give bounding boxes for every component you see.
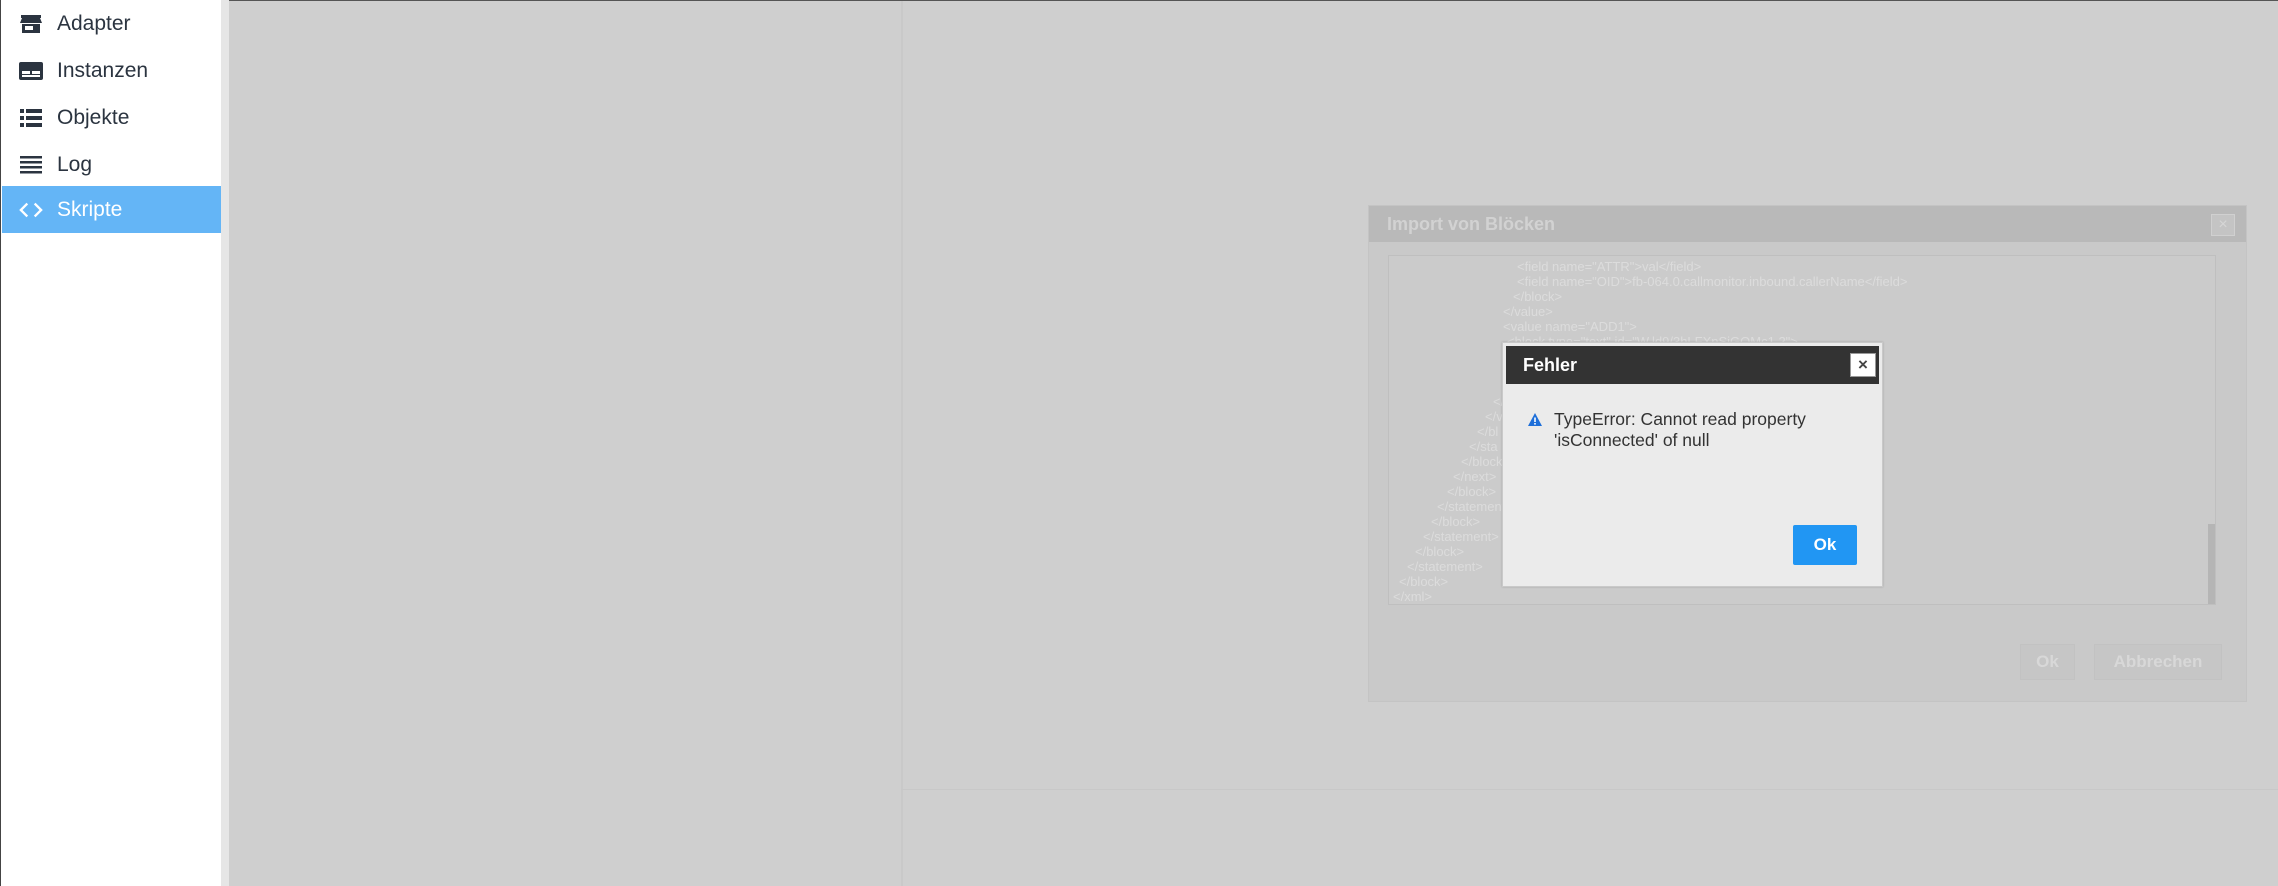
code-line: </block> (1513, 289, 1563, 304)
code-line: </value> (1503, 304, 1553, 319)
ok-button[interactable]: Ok (1793, 525, 1857, 565)
sidebar-item-skripte[interactable]: Skripte (2, 186, 221, 233)
error-dialog-titlebar: Fehler × (1506, 346, 1879, 384)
code-line: </statement> (1407, 559, 1483, 574)
divider (901, 789, 2278, 790)
import-ok-button[interactable]: Ok (2020, 644, 2075, 680)
sidebar-item-label: Skripte (57, 197, 123, 221)
import-dialog-title: Import von Blöcken (1387, 213, 1556, 234)
sidebar-item-label: Adapter (57, 11, 131, 35)
import-dialog-titlebar: Import von Blöcken × (1369, 206, 2246, 242)
error-dialog-body: TypeError: Cannot read property 'isConne… (1527, 409, 1867, 451)
list-icon (19, 106, 43, 130)
sidebar: Adapter Instanzen Objekte Log Skripte (0, 0, 221, 886)
code-line: </statement (1437, 499, 1506, 514)
code-line: </statement> (1423, 529, 1499, 544)
code-line: </xml> (1393, 589, 1433, 604)
code-line: </sta (1469, 439, 1498, 454)
code-line: <field name="OID">fb-064.0.callmonitor.i… (1517, 274, 1908, 289)
import-cancel-button[interactable]: Abbrechen (2094, 644, 2222, 680)
error-dialog: Fehler × TypeError: Cannot read property… (1502, 342, 1883, 587)
code-line: </block> (1399, 574, 1449, 589)
code-line: <value name="ADD1"> (1503, 319, 1637, 334)
sidebar-item-instanzen[interactable]: Instanzen (2, 47, 221, 94)
code-line: </v (1485, 409, 1503, 424)
sidebar-item-log[interactable]: Log (2, 141, 221, 188)
error-message: TypeError: Cannot read property 'isConne… (1554, 409, 1806, 450)
code-line: </block> (1447, 484, 1497, 499)
instances-icon (19, 59, 43, 83)
code-line: </block> (1431, 514, 1481, 529)
store-icon (19, 12, 43, 36)
warning-icon (1527, 412, 1543, 428)
sidebar-item-label: Log (57, 152, 93, 176)
sidebar-item-objekte[interactable]: Objekte (2, 94, 221, 141)
code-icon (19, 198, 43, 222)
sidebar-item-label: Instanzen (57, 58, 149, 82)
sidebar-item-adapter[interactable]: Adapter (2, 0, 221, 47)
code-line: </block> (1415, 544, 1465, 559)
close-icon[interactable]: × (2211, 214, 2235, 236)
close-icon[interactable]: × (1850, 353, 1876, 377)
error-dialog-title: Fehler (1523, 354, 1578, 375)
code-line: </next> (1453, 469, 1497, 484)
code-line: </bl (1477, 424, 1499, 439)
sidebar-item-label: Objekte (57, 105, 130, 129)
code-line: </block (1461, 454, 1503, 469)
sidebar-divider (221, 0, 229, 886)
scrollbar-thumb[interactable] (2208, 524, 2215, 604)
code-line: <field name="ATTR">val</field> (1517, 259, 1702, 274)
log-lines-icon (19, 153, 43, 177)
